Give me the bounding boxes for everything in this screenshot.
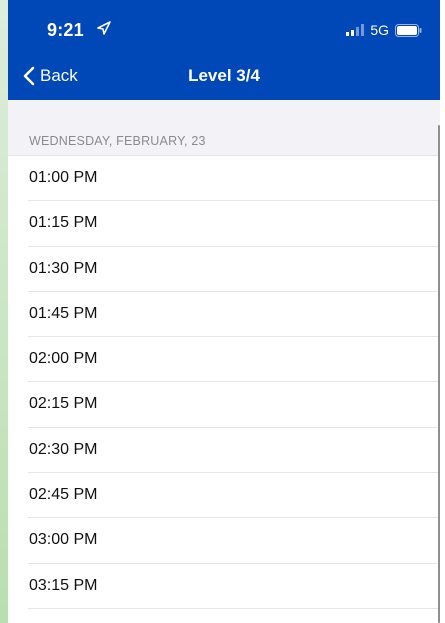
date-section-label: WEDNESDAY, FEBRUARY, 23	[29, 134, 206, 148]
time-slot-label: 01:45 PM	[29, 304, 98, 322]
signal-icon	[346, 24, 365, 36]
battery-icon	[395, 23, 422, 37]
time-slot-row[interactable]: 03:00 PM	[28, 518, 440, 564]
time-slot-row[interactable]: 01:30 PM	[28, 247, 440, 292]
time-slot-row[interactable]: 02:45 PM	[28, 473, 440, 519]
phone-screen: 9:21 5G Back Level 3/4 WEDNESDAY, FEBRUA…	[8, 0, 440, 623]
time-slot-label: 03:00 PM	[29, 531, 98, 549]
time-slot-row[interactable]: 02:30 PM	[28, 428, 440, 474]
time-slot-row[interactable]: 01:45 PM	[28, 292, 440, 338]
left-edge	[0, 0, 8, 623]
time-slot-label: 02:00 PM	[29, 350, 98, 368]
time-slot-row[interactable]: 01:15 PM	[28, 201, 440, 247]
location-arrow-icon	[97, 21, 111, 35]
scrollbar[interactable]	[438, 125, 440, 623]
time-slot-label: 02:30 PM	[29, 440, 98, 458]
navigation-bar: Back Level 3/4	[8, 52, 440, 100]
status-bar: 9:21 5G	[8, 0, 440, 52]
time-slot-label: 01:30 PM	[29, 259, 98, 277]
right-edge	[440, 0, 445, 623]
status-time: 9:21	[47, 20, 84, 40]
time-slot-row[interactable]: 02:00 PM	[28, 337, 440, 383]
time-slot-label: 01:00 PM	[29, 169, 98, 186]
time-slot-row[interactable]: 02:15 PM	[28, 382, 440, 428]
time-slot-label: 02:15 PM	[29, 395, 98, 413]
page-title: Level 3/4	[188, 66, 260, 85]
time-slot-label: 02:45 PM	[29, 486, 98, 504]
time-slot-list: 01:00 PM 01:15 PM 01:30 PM 01:45 PM 02:0…	[8, 156, 440, 609]
network-type: 5G	[370, 22, 389, 38]
time-slot-label: 03:15 PM	[29, 576, 98, 594]
time-slot-label: 01:15 PM	[29, 214, 98, 232]
time-slot-row[interactable]: 03:15 PM	[28, 564, 440, 609]
app-header: 9:21 5G Back Level 3/4	[8, 0, 440, 100]
section-header: WEDNESDAY, FEBRUARY, 23	[8, 100, 440, 156]
status-indicators: 5G	[346, 22, 422, 38]
time-slot-row[interactable]: 01:00 PM	[28, 156, 440, 202]
time-slot-list-view[interactable]: WEDNESDAY, FEBRUARY, 23 01:00 PM 01:15 P…	[8, 100, 440, 623]
